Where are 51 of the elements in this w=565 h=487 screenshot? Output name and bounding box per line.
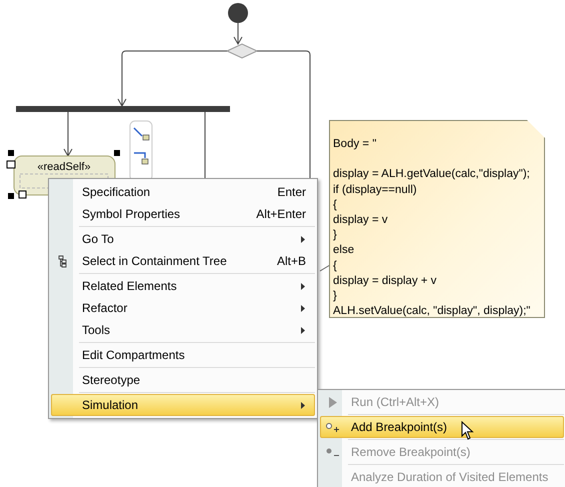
menu-item[interactable]: Add Breakpoint(s) [320,416,564,438]
shortcut-text: Alt+B [276,254,306,268]
menu-label: Refactor [82,301,128,315]
more-icon[interactable] [6,160,16,168]
menu-label: Edit Compartments [82,348,185,362]
menu-item[interactable]: Select in Containment Tree Alt+B [51,250,315,272]
note-text: Body = " display = ALH.getValue(calc,"display"); if (display==null) { display = v } else { display = display + v } ALH.setValue(calc, "display", display);" [333,137,532,320]
submenu-arrow-icon [301,304,305,312]
flow-arrow-icon[interactable] [134,152,148,164]
decision-node [226,43,258,59]
menu-label: Go To [82,232,114,246]
submenu-arrow-icon [301,236,305,242]
menu-label: Add Breakpoint(s) [351,420,448,434]
shortcut-text: Enter [277,185,306,199]
remove-breakpoint-icon [326,448,340,456]
menu-item[interactable]: Go To [51,228,315,250]
play-icon [329,396,337,408]
selection-handle[interactable] [8,150,14,156]
menu-label: Related Elements [82,279,177,293]
note-connector [320,264,330,272]
menu-label: Stereotype [82,373,140,387]
control-flow [234,22,242,45]
shortcut-text: Alt+Enter [256,207,306,221]
mouse-pointer-icon [461,421,474,441]
menu-item[interactable]: Symbol Properties Alt+Enter [51,203,315,225]
menu-label: Analyze Duration of Visited Elements [351,470,548,484]
menu-item[interactable]: Edit Compartments [51,344,315,366]
submenu-arrow-icon [301,326,305,334]
menu-item[interactable]: Related Elements [51,275,315,297]
control-flow [64,112,72,157]
add-breakpoint-icon [326,422,340,432]
menu-item[interactable]: Refactor [51,297,315,319]
menu-label: Tools [82,323,110,337]
menu-item[interactable]: Simulation [51,394,315,416]
menu-item[interactable]: Specification Enter [51,181,315,203]
menu-label: Remove Breakpoint(s) [351,445,470,459]
submenu-arrow-icon [301,282,305,290]
menu-item[interactable]: Stereotype [51,369,315,391]
stereotype-label: «readSelf» [37,161,91,173]
menu-label: Run (Ctrl+Alt+X) [351,395,440,409]
submenu-arrow-icon [301,402,305,408]
flow-arrow-icon[interactable] [133,127,150,140]
selection-handle[interactable] [114,150,120,156]
menu-label: Select in Containment Tree [82,254,227,268]
initial-node [228,3,248,23]
menu-label: Specification [82,185,150,199]
menu-item[interactable]: Tools [51,319,315,341]
selection-handle[interactable] [8,193,14,199]
resize-icon[interactable] [18,190,26,198]
menu-label: Simulation [82,398,138,412]
menu-label: Symbol Properties [82,207,180,221]
